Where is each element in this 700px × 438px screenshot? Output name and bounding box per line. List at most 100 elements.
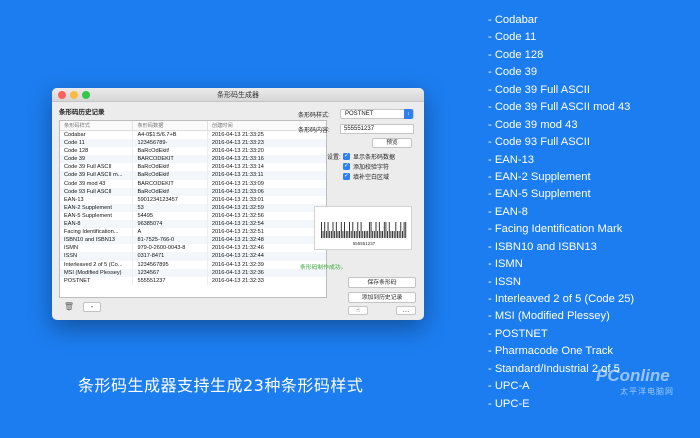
table-row[interactable]: EAN-5 Supplement 54495 2016-04-13 21:32:56 [60, 211, 326, 221]
cell-style: EAN-8 [60, 220, 134, 229]
barcode-bar [330, 231, 332, 238]
table-row[interactable]: EAN-13 5901234123457 2016-04-13 21:33:01 [60, 195, 326, 204]
barcode-bar [344, 222, 345, 238]
barcode-bar [325, 231, 327, 238]
cell-style: POSTNET [60, 276, 134, 285]
format-list-item: - Interleaved 2 of 5 (Code 25) [488, 293, 635, 305]
option-label: 填补空白区域 [353, 175, 390, 181]
cell-style: Code 39 [60, 155, 134, 164]
table-row[interactable]: ISSN 0317-8471 2016-04-13 21:32:44 [60, 252, 326, 261]
content-input[interactable]: 555551237 [340, 124, 414, 134]
remove-button[interactable]: - [83, 302, 101, 312]
table-row[interactable]: EAN-8 96385074 2016-04-13 21:32:54 [60, 220, 326, 229]
barcode-bar [365, 231, 367, 238]
option-checksum[interactable]: ✓ 添加校验字符 [343, 162, 389, 171]
cell-data: 54495 [133, 211, 208, 221]
barcode-bar [347, 231, 349, 238]
style-row: 条形码样式: POSTNET ↕ [298, 109, 414, 119]
barcode-bar [345, 231, 347, 238]
history-title: 条形码历史记录 [59, 109, 105, 116]
cell-style: Code 39 mod 43 [60, 179, 134, 188]
table-row[interactable]: POSTNET 555551237 2016-04-13 21:32:33 [60, 276, 326, 285]
format-list-item: - Code 93 Full ASCII [488, 136, 590, 149]
barcode-bar [377, 231, 379, 238]
cell-data: 123456789- [133, 139, 208, 148]
column-header-style[interactable]: 条形码样式 [60, 121, 134, 130]
add-to-history-button[interactable]: 添加到历史记录 [348, 292, 416, 303]
table-row[interactable]: Codabar A4-0$1:5/6.7+B 2016-04-13 21:33:25 [60, 131, 326, 140]
cell-data: BARCODEKIT [133, 179, 208, 188]
table-row[interactable]: EAN-2 Supplement 53 2016-04-13 21:32:59 [60, 203, 326, 212]
cell-data: BaRcOdEkit! [133, 187, 208, 196]
cell-data: 53 [133, 203, 208, 212]
table-row[interactable]: Interleaved 2 of 5 (Co... 1234567895 2016-… [60, 260, 326, 269]
table-row[interactable]: Code 39 Full ASCII BaRcOdEkit! 2016-04-13 … [60, 163, 326, 172]
trash-icon[interactable]: 🗑 [61, 302, 77, 312]
save-barcode-button[interactable]: 保存条形码 [348, 277, 416, 288]
style-select[interactable]: POSTNET ↕ [340, 109, 414, 119]
table-row[interactable]: Code 11 123456789- 2016-04-13 21:33:23 [60, 139, 326, 148]
cell-data: 96385074 [133, 220, 208, 229]
cell-data: 81-7525-766-0 [133, 236, 208, 245]
table-body: Codabar A4-0$1:5/6.7+B 2016-04-13 21:33:25… [60, 131, 326, 285]
cell-style: Code 128 [60, 147, 134, 156]
checkmark-icon[interactable]: ✓ [343, 153, 350, 160]
style-select-value: POSTNET [345, 111, 374, 117]
preview-button[interactable]: 预览 [372, 138, 412, 148]
barcode-bar [367, 231, 369, 238]
format-list-item: - Code 39 Full ASCII [488, 83, 590, 96]
barcode-bar [355, 231, 357, 238]
barcode-bar [382, 231, 384, 238]
column-header-data[interactable]: 条形码数据 [133, 121, 208, 130]
cell-data: 1234567 [133, 268, 208, 277]
cell-style: EAN-5 Supplement [60, 211, 134, 221]
barcode-bar [378, 222, 380, 238]
cell-style: Code 39 Full ASCII m... [60, 171, 134, 180]
barcode-bar [329, 231, 331, 238]
barcode-bar [405, 222, 407, 238]
cell-style: ISBN10 and ISBN13 [60, 236, 134, 245]
table-row[interactable]: Code 93 Full ASCII BaRcOdEkit! 2016-04-13 … [60, 187, 326, 196]
cell-data: BaRcOdEkit! [133, 171, 208, 180]
checkmark-icon[interactable]: ✓ [343, 163, 350, 170]
like-button[interactable]: ☝ [348, 306, 368, 315]
format-list-item: - Code 11 [488, 31, 537, 44]
barcode-bar [397, 231, 398, 238]
cell-data: 1234567895 [133, 260, 208, 269]
barcode-bar [368, 222, 370, 238]
status-text: 条形码制作成功。 [300, 265, 347, 271]
history-pane: 条形码历史记录 条形码样式 条形码数据 创建时间 Codabar A4-0$1:5… [59, 108, 327, 316]
more-button[interactable]: … [396, 306, 416, 315]
promo-caption: 条形码生成器支持生成23种条形码样式 [78, 376, 364, 395]
option-show-data[interactable]: ✓ 显示条形码数据 [343, 152, 395, 161]
barcode-bar [370, 222, 372, 238]
barcode-bar [393, 231, 395, 238]
barcode-bar [357, 222, 359, 238]
table-row[interactable]: Facing Identification... A 2016-04-13 21:3… [60, 228, 326, 237]
barcode-bar [337, 231, 339, 238]
table-row[interactable]: Code 128 BaRcOdEkit! 2016-04-13 21:33:20 [60, 147, 326, 156]
table-row[interactable]: Code 39 mod 43 BARCODEKIT 2016-04-13 21:33… [60, 179, 326, 188]
barcode-preview: 555551237 [314, 206, 412, 250]
checkmark-icon[interactable]: ✓ [343, 173, 350, 180]
barcode-bar [321, 222, 322, 238]
table-row[interactable]: MSI (Modified Plessey) 1234567 2016-04-13 … [60, 268, 326, 277]
history-table[interactable]: 条形码样式 条形码数据 创建时间 Codabar A4-0$1:5/6.7+B 20… [59, 120, 327, 298]
barcode-bar [349, 222, 350, 238]
format-list-item: - Codabar [488, 14, 538, 26]
chevron-updown-icon: ↕ [404, 109, 413, 119]
table-header: 条形码样式 条形码数据 创建时间 [60, 121, 326, 131]
cell-style: MSI (Modified Plessey) [60, 268, 134, 277]
supported-formats-list: - Codabar - Code 11 - Code 128 - Code 39 - C… [488, 12, 693, 413]
cell-style: Facing Identification... [60, 228, 134, 237]
option-quiet-zone[interactable]: ✓ 填补空白区域 [343, 172, 389, 181]
table-row[interactable]: Code 39 Full ASCII m... BaRcOdEkit! 2016-0… [60, 171, 326, 180]
cell-style: EAN-2 Supplement [60, 203, 134, 212]
table-row[interactable]: ISBN10 and ISBN13 81-7525-766-0 2016-04-13… [60, 236, 326, 245]
table-row[interactable]: Code 39 BARCODEKIT 2016-04-13 21:33:16 [60, 155, 326, 164]
table-row[interactable]: ISMN 979-0-2600-0043-8 2016-04-13 21:32:46 [60, 244, 326, 253]
cell-data: 0317-8471 [133, 252, 208, 261]
cell-data: 555551237 [133, 276, 208, 285]
cell-data: 979-0-2600-0043-8 [133, 244, 208, 253]
cell-style: Interleaved 2 of 5 (Co... [60, 260, 134, 269]
